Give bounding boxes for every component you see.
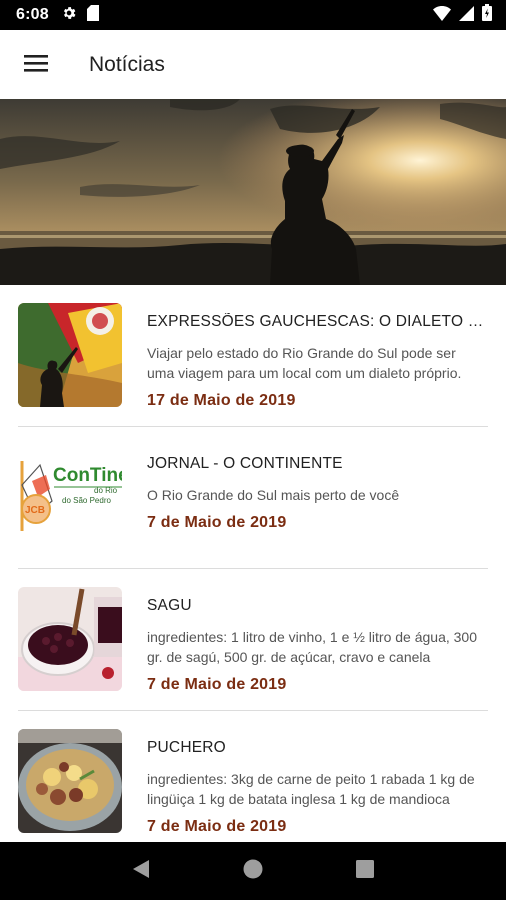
news-thumbnail	[18, 303, 122, 407]
news-title: PUCHERO	[147, 739, 226, 756]
home-circle-icon	[242, 858, 264, 885]
news-date: 7 de Maio de 2019	[147, 514, 287, 531]
news-thumbnail-puchero	[18, 729, 122, 833]
settings-icon	[61, 5, 77, 26]
jornal-logo-badge: JCB	[25, 505, 45, 516]
news-title: SAGU	[147, 597, 192, 614]
news-date: 7 de Maio de 2019	[147, 818, 287, 835]
hamburger-menu-icon	[23, 53, 49, 78]
news-item[interactable]: PUCHERO ingredientes: 3kg de carne de pe…	[0, 711, 506, 853]
news-description: ingredientes: 1 litro de vinho, 1 e ½ li…	[147, 629, 477, 665]
battery-icon	[482, 4, 492, 26]
home-button[interactable]	[233, 851, 273, 891]
news-date: 17 de Maio de 2019	[147, 392, 296, 409]
status-bar: 6:08	[0, 0, 506, 30]
page-title: Notícias	[89, 53, 165, 76]
system-navigation-bar	[0, 842, 506, 900]
news-date: 7 de Maio de 2019	[147, 676, 287, 693]
news-description: O Rio Grande do Sul mais perto de você	[147, 487, 400, 503]
news-item[interactable]: JCB ConTine do Rio do São Pedro JORNAL -…	[0, 427, 506, 569]
news-description: ingredientes: 3kg de carne de peito 1 ra…	[147, 771, 475, 807]
jornal-logo-subtitle-2: do São Pedro	[62, 496, 111, 505]
sd-card-icon	[86, 4, 99, 26]
news-thumbnail-jornal-logo: JCB ConTine do Rio do São Pedro	[18, 445, 122, 549]
news-title: JORNAL - O CONTINENTE	[147, 455, 343, 472]
status-time: 6:08	[16, 6, 49, 23]
news-title: EXPRESSÕES GAUCHESCAS: O DIALETO GAÚCHO	[147, 313, 486, 330]
hero-image-gaucho-sunset	[0, 99, 506, 285]
app-bar: Notícias	[0, 30, 506, 100]
news-description: Viajar pelo estado do Rio Grande do Sul …	[147, 345, 462, 381]
news-item[interactable]: EXPRESSÕES GAUCHESCAS: O DIALETO GAÚCHO …	[0, 285, 506, 427]
jornal-logo-title: ConTine	[53, 465, 122, 486]
recents-square-icon	[355, 859, 375, 884]
back-button[interactable]	[121, 851, 161, 891]
news-item[interactable]: SAGU ingredientes: 1 litro de vinho, 1 e…	[0, 569, 506, 711]
back-triangle-icon	[131, 858, 151, 885]
news-list: EXPRESSÕES GAUCHESCAS: O DIALETO GAÚCHO …	[0, 285, 506, 853]
news-thumbnail-sagu	[18, 587, 122, 691]
recents-button[interactable]	[345, 851, 385, 891]
signal-icon	[459, 5, 474, 26]
menu-button[interactable]	[0, 30, 72, 100]
wifi-icon	[433, 5, 451, 26]
